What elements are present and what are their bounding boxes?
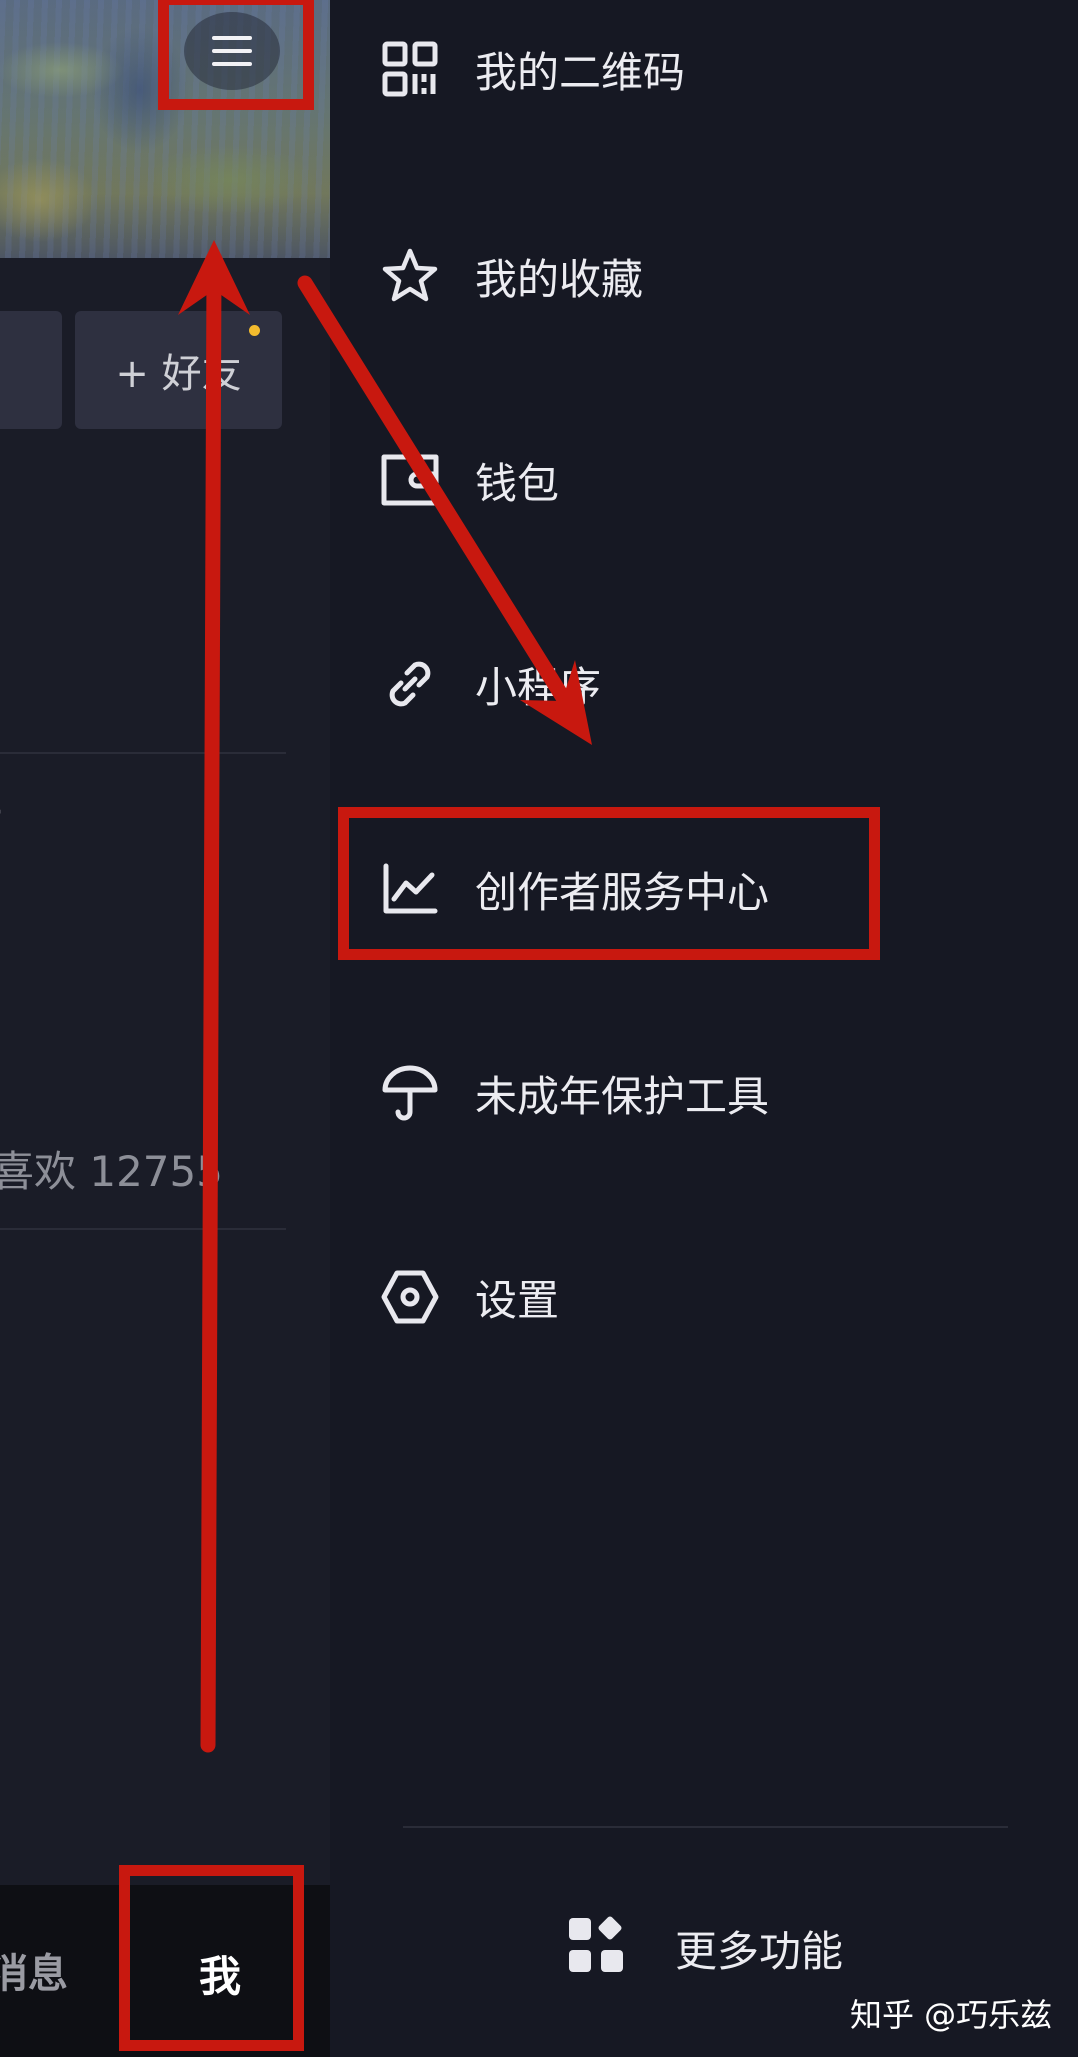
more-features-label: 更多功能: [675, 1927, 844, 1976]
profile-page-background: + 好友 · 喜欢 12755 消息 我: [0, 0, 330, 2057]
menu-item-mini-programs[interactable]: 小程序: [330, 624, 1078, 744]
more-features-button[interactable]: 更多功能: [330, 1886, 1078, 2006]
highlight-box-menu: [158, 0, 314, 110]
highlight-box-me-tab: [119, 1865, 304, 2051]
add-friend-label: + 好友: [115, 351, 242, 397]
apps-icon: [567, 1916, 625, 1974]
link-icon: [380, 654, 440, 714]
star-icon: [380, 246, 440, 306]
menu-item-label: 设置: [475, 1275, 560, 1325]
notification-dot: [249, 325, 260, 336]
wallet-icon: [380, 450, 440, 510]
menu-item-label: 未成年保护工具: [475, 1071, 770, 1121]
divider: [403, 1826, 1008, 1828]
likes-count: 喜欢 12755: [0, 1147, 223, 1196]
menu-item-wallet[interactable]: 钱包: [330, 420, 1078, 540]
menu-item-label: 小程序: [475, 662, 602, 712]
profile-action-button[interactable]: [0, 311, 62, 429]
umbrella-icon: [380, 1063, 440, 1123]
divider: [0, 1228, 286, 1230]
side-drawer: 我的二维码 我的收藏 钱包 小程序 创作者服务中心 未成年保护工具 设置 更多功…: [330, 0, 1078, 2057]
highlight-box-creator-center: [338, 807, 880, 960]
qr-code-icon: [380, 39, 440, 99]
tab-messages[interactable]: 消息: [0, 1941, 68, 1999]
add-friend-button[interactable]: + 好友: [75, 311, 282, 429]
truncated-glyph: ·: [0, 795, 4, 830]
menu-item-minor-protection[interactable]: 未成年保护工具: [330, 1033, 1078, 1153]
menu-item-label: 我的收藏: [475, 254, 644, 304]
hexagon-settings-icon: [380, 1267, 440, 1327]
menu-item-settings[interactable]: 设置: [330, 1237, 1078, 1357]
divider: [0, 752, 286, 754]
menu-item-label: 钱包: [475, 458, 560, 508]
menu-item-qr-code[interactable]: 我的二维码: [330, 9, 1078, 129]
watermark: 知乎 @巧乐兹: [850, 1996, 1053, 2034]
menu-item-label: 我的二维码: [475, 47, 686, 97]
menu-item-favorites[interactable]: 我的收藏: [330, 216, 1078, 336]
